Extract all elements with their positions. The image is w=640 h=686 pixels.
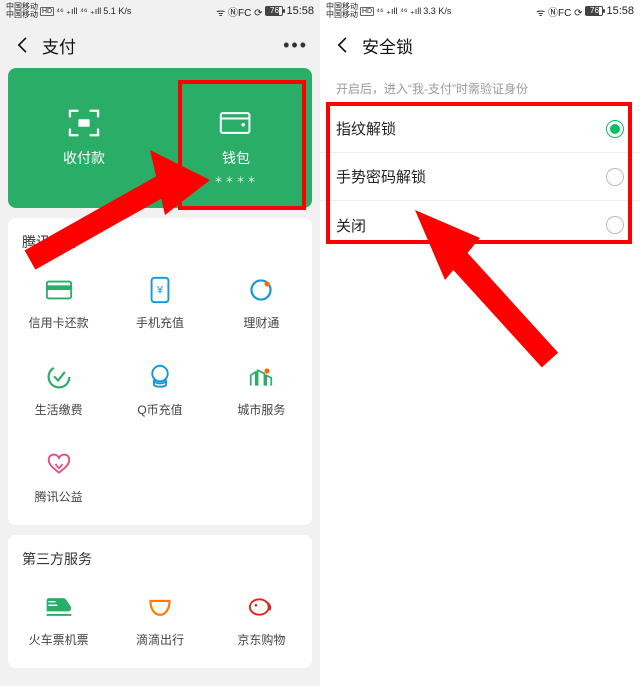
page-title: 安全锁 bbox=[362, 33, 413, 58]
carrier-2: 中国移动 bbox=[6, 11, 38, 19]
clock: 15:58 bbox=[606, 5, 634, 17]
svg-text:¥: ¥ bbox=[156, 285, 164, 297]
svc-train[interactable]: 火车票机票 bbox=[8, 575, 109, 662]
section-tencent-title: 腾讯服务 bbox=[8, 218, 312, 258]
hero-wallet-label: 钱包 bbox=[222, 148, 250, 168]
net-speed-unit: K/s bbox=[118, 6, 131, 16]
jd-icon bbox=[246, 593, 276, 621]
hero-wallet-sub: ＊＊＊＊ bbox=[214, 173, 258, 186]
svc-label: 腾讯公益 bbox=[35, 488, 83, 505]
back-button[interactable] bbox=[12, 34, 34, 56]
wallet-icon bbox=[219, 108, 253, 138]
nav-bar: 安全锁 bbox=[320, 22, 640, 68]
train-icon bbox=[44, 593, 74, 621]
utilities-icon bbox=[44, 363, 74, 391]
option-label: 关闭 bbox=[336, 215, 366, 236]
status-bar: 中国移动 中国移动 HD ⁴⁶ ₊ıll ⁴⁶ ₊ıll 5.1 K/s ᯤ Ⓝ… bbox=[0, 0, 320, 22]
signal-icon: ⁴⁶ ₊ıll ⁴⁶ ₊ıll bbox=[56, 7, 101, 16]
svc-label: 城市服务 bbox=[237, 401, 285, 418]
svc-label: 火车票机票 bbox=[29, 631, 89, 648]
svc-mobile-topup[interactable]: ¥ 手机充值 bbox=[109, 258, 210, 345]
net-speed: 3.3 bbox=[423, 6, 436, 16]
section-thirdparty: 第三方服务 火车票机票 滴滴出行 京东购物 bbox=[8, 535, 312, 668]
qcoin-icon bbox=[145, 363, 175, 391]
back-button[interactable] bbox=[332, 34, 354, 56]
net-speed: 5.1 bbox=[103, 6, 116, 16]
status-icons: ᯤ ⓃFC ⟳ bbox=[536, 4, 582, 19]
more-button[interactable]: ••• bbox=[283, 35, 308, 56]
hero-wallet[interactable]: 钱包 ＊＊＊＊ bbox=[160, 68, 312, 208]
battery-icon: 76 bbox=[585, 6, 603, 16]
hd-badge: HD bbox=[360, 7, 374, 16]
didi-icon bbox=[145, 593, 175, 621]
battery-icon: 76 bbox=[265, 6, 283, 16]
scan-icon bbox=[67, 108, 101, 138]
hd-badge: HD bbox=[40, 7, 54, 16]
svc-city[interactable]: 城市服务 bbox=[211, 345, 312, 432]
charity-icon bbox=[44, 450, 74, 478]
svc-label: 滴滴出行 bbox=[136, 631, 184, 648]
carrier-2: 中国移动 bbox=[326, 11, 358, 19]
option-gesture[interactable]: 手势密码解锁 bbox=[320, 153, 640, 201]
section-thirdparty-title: 第三方服务 bbox=[8, 535, 312, 575]
section-tencent: 腾讯服务 信用卡还款 ¥ 手机充值 理财通 bbox=[8, 218, 312, 525]
radio-icon bbox=[606, 168, 624, 186]
radio-icon bbox=[606, 216, 624, 234]
chevron-left-icon bbox=[13, 35, 33, 55]
payment-hero: 收付款 钱包 ＊＊＊＊ bbox=[8, 68, 312, 208]
svc-label: 信用卡还款 bbox=[29, 314, 89, 331]
hero-pay-receive[interactable]: 收付款 bbox=[8, 68, 160, 208]
svc-label: Q币充值 bbox=[137, 401, 182, 418]
svc-licaitong[interactable]: 理财通 bbox=[211, 258, 312, 345]
option-label: 手势密码解锁 bbox=[336, 166, 426, 187]
clock: 15:58 bbox=[286, 5, 314, 17]
svc-credit-card[interactable]: 信用卡还款 bbox=[8, 258, 109, 345]
status-bar: 中国移动 中国移动 HD ⁴⁶ ₊ıll ⁴⁶ ₊ıll 3.3 K/s ᯤ Ⓝ… bbox=[320, 0, 640, 22]
svc-didi[interactable]: 滴滴出行 bbox=[109, 575, 210, 662]
svc-charity[interactable]: 腾讯公益 bbox=[8, 432, 109, 519]
option-label: 指纹解锁 bbox=[336, 118, 396, 139]
svc-label: 生活缴费 bbox=[35, 401, 83, 418]
svc-label: 京东购物 bbox=[237, 631, 285, 648]
svc-label: 理财通 bbox=[243, 314, 279, 331]
hero-pay-label: 收付款 bbox=[63, 148, 105, 168]
screen-security-lock: 中国移动 中国移动 HD ⁴⁶ ₊ıll ⁴⁶ ₊ıll 3.3 K/s ᯤ Ⓝ… bbox=[320, 0, 640, 686]
licaitong-icon bbox=[246, 276, 276, 304]
mobile-topup-icon: ¥ bbox=[145, 276, 175, 304]
chevron-left-icon bbox=[333, 35, 353, 55]
svc-qcoin[interactable]: Q币充值 bbox=[109, 345, 210, 432]
svc-label: 手机充值 bbox=[136, 314, 184, 331]
nav-bar: 支付 ••• bbox=[0, 22, 320, 68]
city-icon bbox=[246, 363, 276, 391]
svc-utilities[interactable]: 生活缴费 bbox=[8, 345, 109, 432]
radio-icon bbox=[606, 120, 624, 138]
svc-jd[interactable]: 京东购物 bbox=[211, 575, 312, 662]
screen-payment: 中国移动 中国移动 HD ⁴⁶ ₊ıll ⁴⁶ ₊ıll 5.1 K/s ᯤ Ⓝ… bbox=[0, 0, 320, 686]
option-fingerprint[interactable]: 指纹解锁 bbox=[320, 105, 640, 153]
page-title: 支付 bbox=[42, 33, 76, 58]
hint-text: 开启后，进入“我-支付”时需验证身份 bbox=[320, 68, 640, 105]
signal-icon: ⁴⁶ ₊ıll ⁴⁶ ₊ıll bbox=[376, 7, 421, 16]
net-speed-unit: K/s bbox=[438, 6, 451, 16]
option-list: 指纹解锁 手势密码解锁 关闭 bbox=[320, 105, 640, 249]
option-off[interactable]: 关闭 bbox=[320, 201, 640, 249]
credit-card-icon bbox=[44, 276, 74, 304]
status-icons: ᯤ ⓃFC ⟳ bbox=[216, 4, 262, 19]
